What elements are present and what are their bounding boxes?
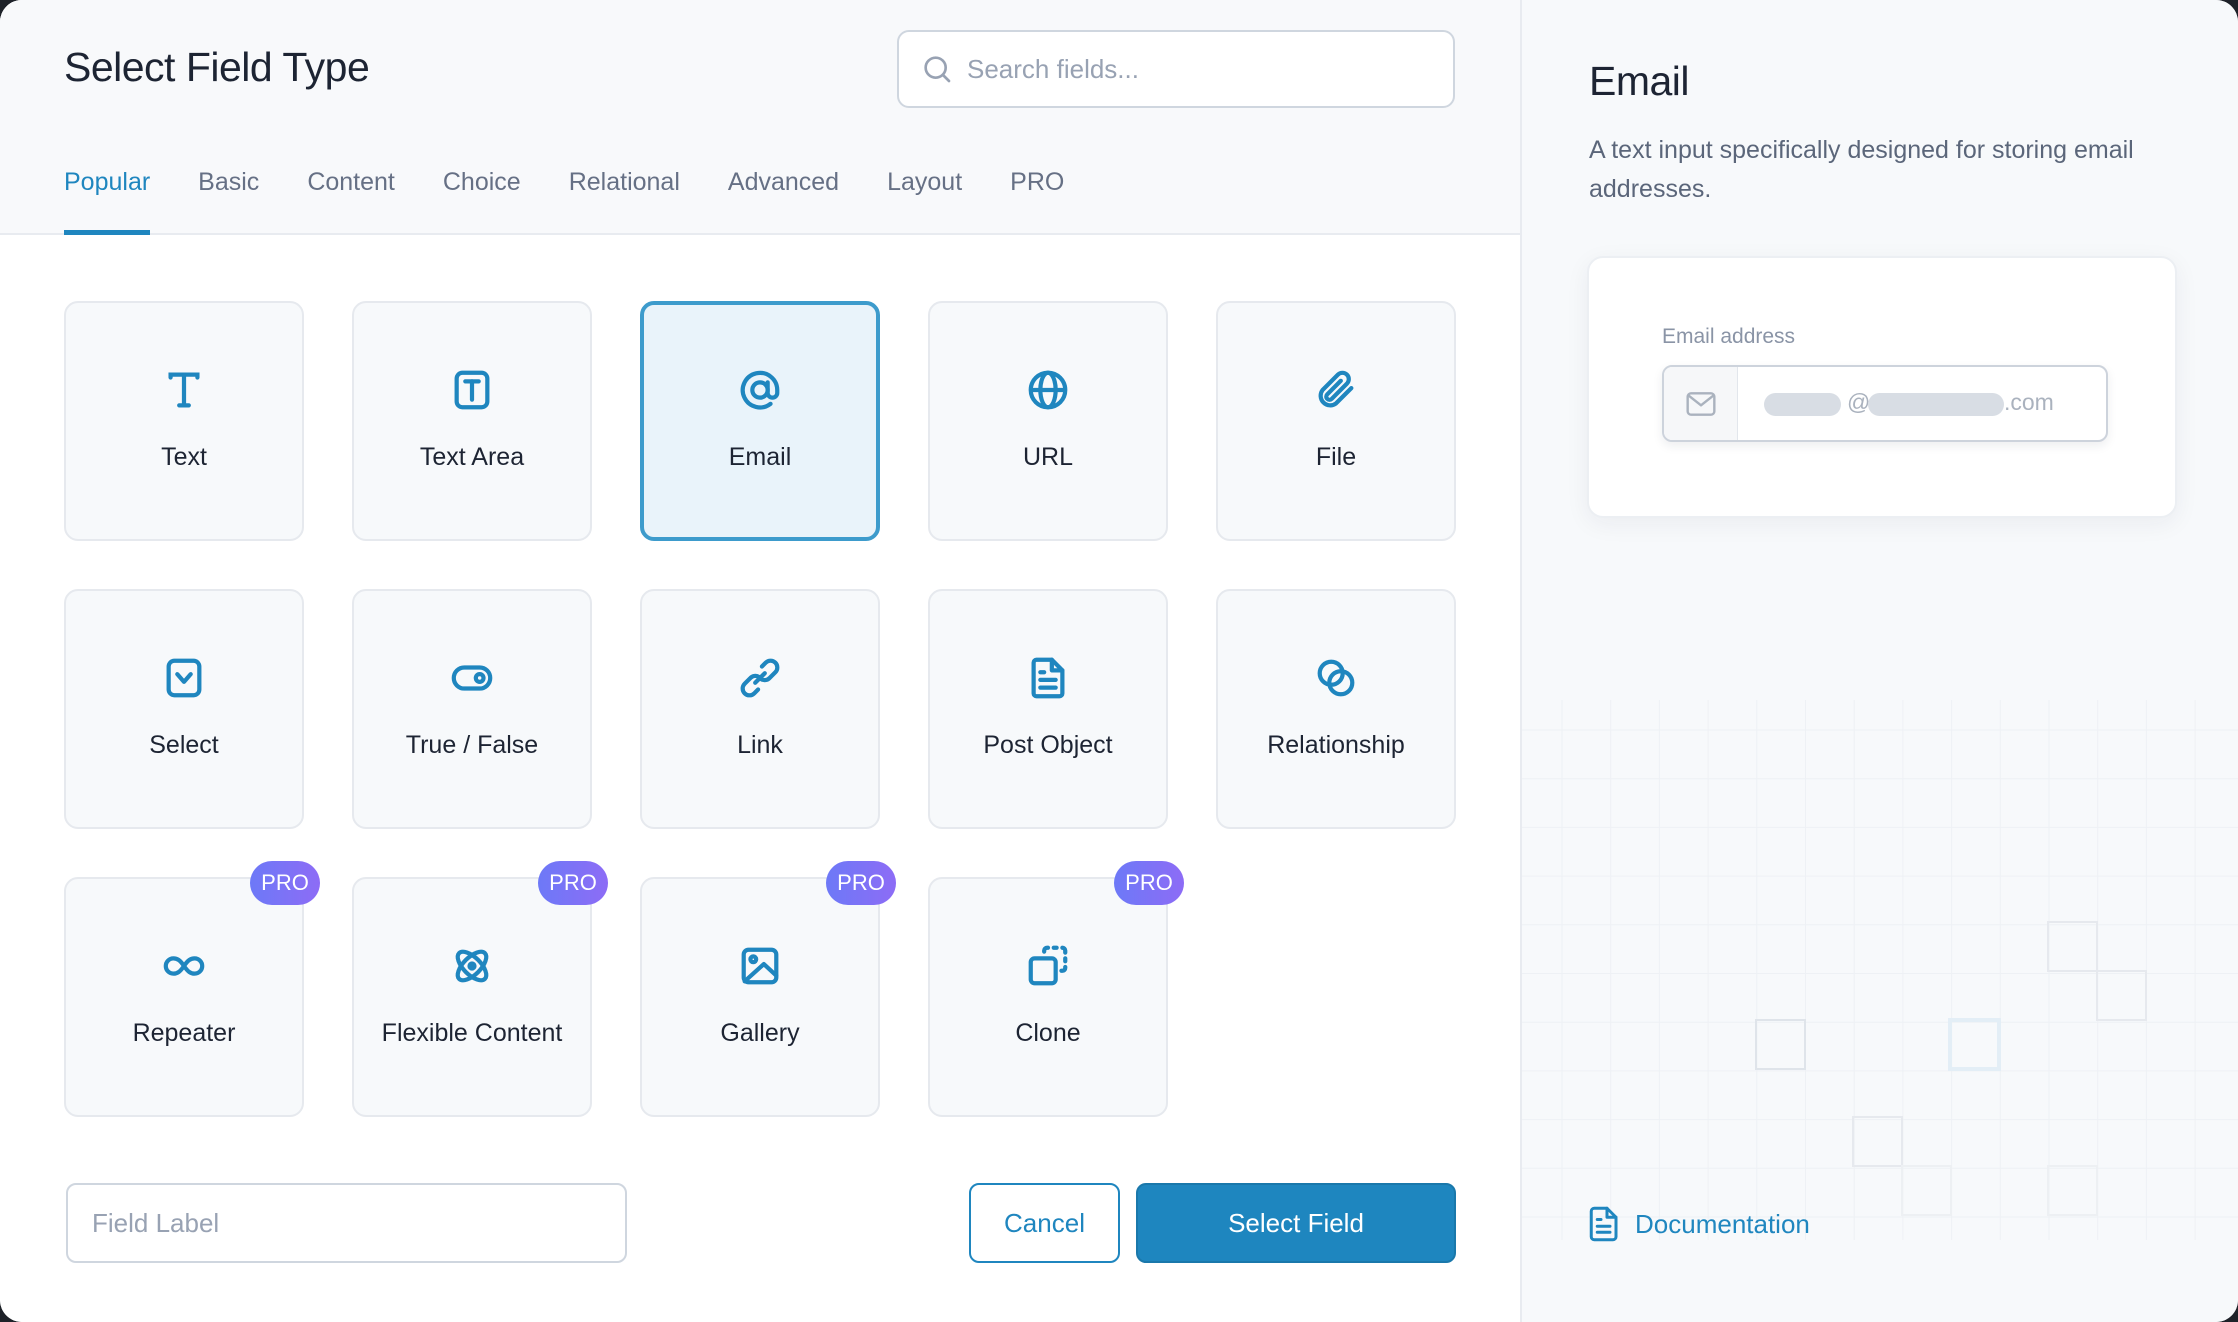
preview-input-prefix <box>1664 367 1738 440</box>
detail-title: Email <box>1589 58 1690 104</box>
link-icon <box>737 655 783 701</box>
tab-popular[interactable]: Popular <box>64 168 151 235</box>
envelope-icon <box>1685 391 1716 416</box>
field-card-label: Post Object <box>983 731 1113 759</box>
field-card-label: Flexible Content <box>381 1019 563 1047</box>
field-card-select[interactable]: Select <box>64 589 304 829</box>
field-card-email[interactable]: Email <box>640 301 880 541</box>
select-dropdown-icon <box>161 655 207 701</box>
clone-icon <box>1025 943 1071 989</box>
field-card-clone[interactable]: PRO Clone <box>928 861 1184 1117</box>
redacted-username-placeholder <box>1764 393 1841 416</box>
field-card-label: Select <box>149 731 219 759</box>
preview-email-input: @ .com <box>1662 365 2108 442</box>
paperclip-icon <box>1313 367 1359 413</box>
tab-pro[interactable]: PRO <box>1010 168 1064 235</box>
field-card-relationship[interactable]: Relationship <box>1216 589 1456 829</box>
field-card-label: Text Area <box>419 443 525 471</box>
field-card-label: Email <box>728 443 792 471</box>
search-icon <box>924 56 951 83</box>
field-card-label: Gallery <box>720 1019 800 1047</box>
pro-badge: PRO <box>826 861 896 905</box>
field-card-true-false[interactable]: True / False <box>352 589 592 829</box>
search-box[interactable] <box>897 30 1455 108</box>
field-card-post-object[interactable]: Post Object <box>928 589 1168 829</box>
tab-basic[interactable]: Basic <box>198 168 259 235</box>
document-icon <box>1025 655 1071 701</box>
field-card-label: Link <box>737 731 783 759</box>
tab-content[interactable]: Content <box>307 168 395 235</box>
field-card-label: Text <box>161 443 207 471</box>
page-title: Select Field Type <box>64 44 370 90</box>
at-sign-icon <box>737 367 783 413</box>
toggle-icon <box>449 655 495 701</box>
field-card-label: Clone <box>1015 1019 1081 1047</box>
field-card-file[interactable]: File <box>1216 301 1456 541</box>
select-field-type-dialog: Select Field Type Popular Basic Content … <box>0 0 2238 1322</box>
tab-choice[interactable]: Choice <box>443 168 521 235</box>
category-tabs: Popular Basic Content Choice Relational … <box>64 168 1112 235</box>
decorative-grid-background <box>1522 700 2238 1240</box>
text-area-icon <box>449 367 495 413</box>
field-card-flexible-content[interactable]: PRO Flexible Content <box>352 861 608 1117</box>
documentation-label: Documentation <box>1635 1208 1810 1239</box>
tab-advanced[interactable]: Advanced <box>728 168 839 235</box>
preview-tld: .com <box>2004 389 2054 415</box>
text-icon <box>161 367 207 413</box>
dialog-header: Select Field Type Popular Basic Content … <box>0 0 1520 235</box>
field-label-input[interactable] <box>66 1183 627 1263</box>
field-card-url[interactable]: URL <box>928 301 1168 541</box>
detail-description: A text input specifically designed for s… <box>1589 136 2134 203</box>
pro-badge: PRO <box>1114 861 1184 905</box>
field-card-label: File <box>1315 443 1357 471</box>
select-field-button[interactable]: Select Field <box>1136 1183 1456 1263</box>
globe-icon <box>1025 367 1071 413</box>
documentation-link[interactable]: Documentation <box>1589 1206 1810 1242</box>
field-card-text-area[interactable]: Text Area <box>352 301 592 541</box>
field-card-text[interactable]: Text <box>64 301 304 541</box>
field-type-picker: Select Field Type Popular Basic Content … <box>0 0 1520 1322</box>
field-card-repeater[interactable]: PRO Repeater <box>64 861 320 1117</box>
field-card-gallery[interactable]: PRO Gallery <box>640 861 896 1117</box>
atom-icon <box>449 943 495 989</box>
field-card-link[interactable]: Link <box>640 589 880 829</box>
tab-layout[interactable]: Layout <box>887 168 962 235</box>
preview-at-symbol: @ <box>1847 389 1871 415</box>
preview-field-label: Email address <box>1662 325 1796 348</box>
search-input[interactable] <box>967 53 1437 85</box>
image-icon <box>737 943 783 989</box>
document-icon <box>1589 1206 1618 1242</box>
field-card-label: URL <box>1022 443 1073 471</box>
field-card-label: True / False <box>405 731 539 759</box>
redacted-domain-placeholder <box>1868 393 2004 416</box>
field-card-label: Repeater <box>132 1019 236 1047</box>
tab-relational[interactable]: Relational <box>569 168 680 235</box>
field-preview-card: Email address @ .com <box>1587 256 2177 518</box>
field-detail-panel: Email A text input specifically designed… <box>1520 0 2238 1322</box>
pro-badge: PRO <box>538 861 608 905</box>
cancel-button[interactable]: Cancel <box>969 1183 1120 1263</box>
overlapping-circles-icon <box>1313 655 1359 701</box>
pro-badge: PRO <box>250 861 320 905</box>
field-card-label: Relationship <box>1267 731 1405 759</box>
infinity-icon <box>161 943 207 989</box>
